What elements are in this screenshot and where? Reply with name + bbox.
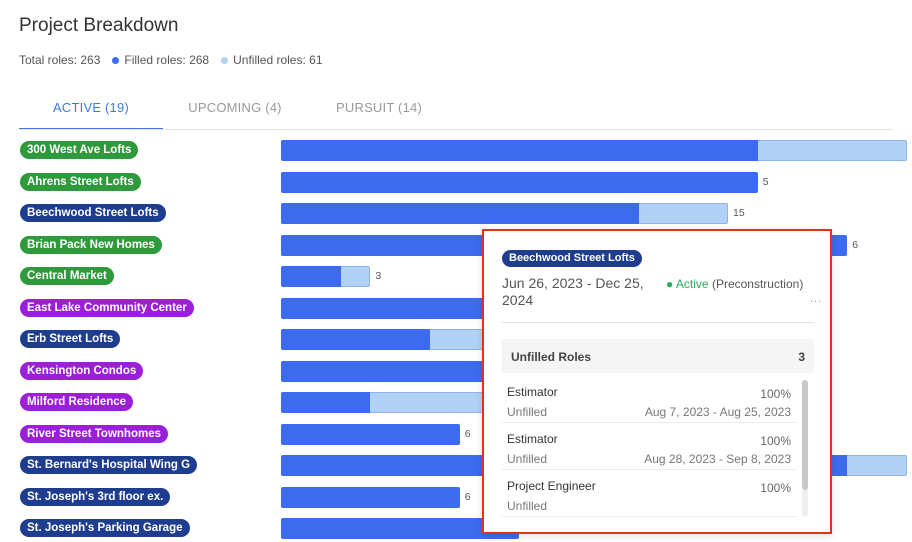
project-pill[interactable]: Erb Street Lofts [20,330,121,348]
role-name: Estimator [507,432,558,446]
roles-summary: Total roles: 263 Filled roles: 268 Unfil… [19,53,323,67]
tab-active[interactable]: ACTIVE (19) [19,92,163,130]
unfilled-segment[interactable] [757,140,907,161]
role-state: Unfilled [507,452,548,466]
filled-segment[interactable] [281,392,371,413]
project-pill[interactable]: 300 West Ave Lofts [20,141,139,159]
project-row: Beechwood Street Lofts 15 [0,201,912,225]
project-pill[interactable]: Milford Residence [20,393,134,411]
role-bar[interactable] [281,486,460,508]
role-bar[interactable] [281,423,460,445]
bar-count-label: 15 [733,207,745,219]
project-tabs: ACTIVE (19) UPCOMING (4) PURSUIT (14) [19,92,451,130]
bar-count-label: 6 [852,238,859,251]
unfilled-segment[interactable] [847,455,907,476]
project-pill[interactable]: Brian Pack New Homes [20,235,162,254]
bar-count-label: 3 [375,270,382,282]
filled-segment[interactable] [281,203,639,224]
unfilled-segment[interactable] [638,203,728,224]
roles-scrollbar-thumb[interactable] [802,380,808,490]
project-pill[interactable]: Beechwood Street Lofts [20,204,166,222]
unfilled-roles: Unfilled roles: 61 [233,53,323,67]
project-row: Ahrens Street Lofts 5 [0,170,912,194]
project-tooltip: Beechwood Street Lofts Jun 26, 2023 - De… [482,229,832,534]
tab-divider [19,129,893,130]
status-dot-icon: ● [666,277,674,291]
project-pill[interactable]: Kensington Condos [20,361,144,380]
tooltip-divider [502,322,814,323]
filled-segment[interactable] [281,171,758,193]
project-pill[interactable]: St. Joseph's 3rd floor ex. [20,487,171,506]
filled-segment[interactable] [281,266,341,287]
status-label: Active [675,277,709,291]
role-allocation: 100% [760,434,791,448]
filled-roles: Filled roles: 268 [124,53,210,67]
more-icon[interactable]: ... [810,293,822,305]
role-bar[interactable] [281,392,490,413]
filled-segment[interactable] [281,423,460,445]
role-item[interactable]: Project Engineer 100% Unfilled [502,470,796,517]
role-allocation: 100% [760,481,791,495]
roles-scrollbar[interactable] [802,380,808,517]
project-pill[interactable]: River Street Townhomes [20,424,168,443]
role-bar[interactable] [281,171,758,193]
role-bar[interactable] [281,203,728,224]
role-state: Unfilled [507,405,548,419]
tab-pursuit[interactable]: PURSUIT (14) [307,92,451,130]
bar-count-label: 6 [464,427,471,440]
project-pill[interactable]: East Lake Community Center [20,298,194,317]
unfilled-roles-label: Unfilled Roles [511,350,592,364]
tooltip-project-pill[interactable]: Beechwood Street Lofts [502,250,642,267]
role-item[interactable]: Estimator 100% Unfilled Aug 7, 2023 - Aug 2… [502,376,796,423]
project-pill[interactable]: Central Market [20,267,114,285]
bar-count-label: 5 [762,175,769,188]
project-row: 300 West Ave Lofts16 [0,138,912,162]
filled-legend-dot [112,56,120,64]
project-pill[interactable]: St. Joseph's Parking Garage [20,519,190,537]
tooltip-dates: Jun 26, 2023 - Dec 25, 2024 [502,275,644,308]
unfilled-legend-dot [221,56,229,64]
role-date-range: Aug 7, 2023 - Aug 25, 2023 [644,405,791,419]
role-date-range: Aug 28, 2023 - Sep 8, 2023 [644,452,791,466]
filled-segment[interactable] [281,140,758,161]
tab-upcoming[interactable]: UPCOMING (4) [163,92,307,130]
unfilled-roles-count: 3 [798,350,805,364]
role-name: Estimator [507,385,558,399]
filled-segment[interactable] [281,486,460,508]
unfilled-segment[interactable] [340,266,371,287]
page-title: Project Breakdown [19,15,179,36]
project-pill[interactable]: St. Bernard's Hospital Wing G [20,456,198,474]
bar-count-label: 6 [464,490,471,503]
tooltip-status: ● Active (Preconstruction) [666,277,803,291]
role-state: Unfilled [507,499,548,513]
project-pill[interactable]: Ahrens Street Lofts [20,172,141,191]
role-allocation: 100% [760,387,791,401]
role-name: Project Engineer [507,479,596,493]
unfilled-roles-header: Unfilled Roles 3 [502,339,814,373]
phase-label: (Preconstruction) [711,277,804,291]
unfilled-roles-list: Estimator 100% Unfilled Aug 7, 2023 - Aug 2… [502,376,814,517]
role-bar[interactable] [281,140,907,161]
role-bar[interactable] [281,266,371,287]
total-roles: Total roles: 263 [19,53,101,67]
unfilled-segment[interactable] [370,392,490,413]
filled-segment[interactable] [281,329,430,350]
role-item[interactable]: Estimator 100% Unfilled Aug 28, 2023 - Sep … [502,423,796,470]
